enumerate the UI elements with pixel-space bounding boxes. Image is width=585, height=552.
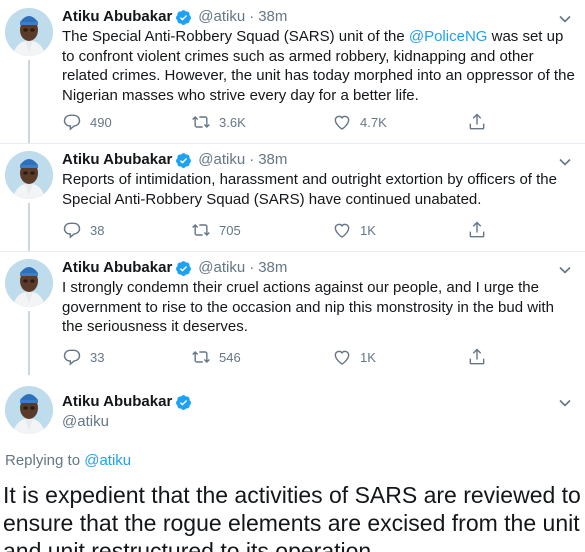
tweet-2[interactable]: Atiku Abubakar @atiku · 38m Reports of i… xyxy=(0,143,585,251)
reply-icon xyxy=(63,222,81,239)
tweet-actions: 33 546 1K xyxy=(62,347,492,367)
share-icon xyxy=(469,348,485,365)
like-count: 1K xyxy=(360,222,376,238)
retweet-count: 705 xyxy=(219,222,241,238)
author-name[interactable]: Atiku Abubakar xyxy=(62,8,172,26)
like-icon xyxy=(334,350,350,365)
reply-count: 33 xyxy=(90,349,105,365)
author-handle[interactable]: @atiku xyxy=(198,8,245,26)
like-icon xyxy=(334,223,350,238)
author-name[interactable]: Atiku Abubakar xyxy=(62,151,172,169)
author-handle[interactable]: @atiku xyxy=(62,413,109,430)
verified-badge-icon xyxy=(175,260,192,277)
chevron-down-icon[interactable] xyxy=(559,12,571,24)
avatar[interactable] xyxy=(5,151,53,199)
like-count: 4.7K xyxy=(360,114,387,130)
tweet-thread: Atiku Abubakar @atiku · 38m The Special … xyxy=(0,0,585,552)
verified-badge-icon xyxy=(175,394,192,411)
chevron-down-icon[interactable] xyxy=(559,396,571,408)
like-button[interactable]: 4.7K xyxy=(332,112,387,132)
retweet-button[interactable]: 546 xyxy=(191,347,241,367)
separator-dot: · xyxy=(249,259,255,276)
share-icon xyxy=(469,113,485,130)
focal-tweet: Atiku Abubakar @atiku Replying to @atiku… xyxy=(0,375,585,552)
mention-link[interactable]: @PoliceNG xyxy=(409,28,488,45)
retweet-count: 546 xyxy=(219,349,241,365)
separator-dot: · xyxy=(249,8,255,25)
retweet-button[interactable]: 705 xyxy=(191,220,241,240)
avatar[interactable] xyxy=(5,259,53,307)
like-icon xyxy=(334,115,350,130)
tweet-text: The Special Anti-Robbery Squad (SARS) un… xyxy=(62,27,577,105)
retweet-icon xyxy=(192,223,210,237)
tweet-text: I strongly condemn their cruel actions a… xyxy=(62,279,554,335)
like-count: 1K xyxy=(360,349,376,365)
reply-count: 38 xyxy=(90,222,105,238)
replying-handle-link[interactable]: @atiku xyxy=(84,452,131,469)
reply-icon xyxy=(63,349,81,366)
reply-button[interactable]: 38 xyxy=(62,220,104,240)
share-icon xyxy=(469,221,485,238)
timestamp[interactable]: 38m xyxy=(258,8,287,26)
tweet-text-part: The Special Anti-Robbery Squad (SARS) un… xyxy=(62,28,409,45)
author-handle[interactable]: @atiku xyxy=(198,151,245,169)
focal-tweet-text: It is expedient that the activities of S… xyxy=(3,482,581,552)
tweet-header: Atiku Abubakar @atiku · 38m xyxy=(62,259,287,277)
reply-icon xyxy=(63,114,81,131)
tweet-actions: 490 3.6K 4.7K xyxy=(62,112,492,132)
author-handle[interactable]: @atiku xyxy=(198,259,245,277)
share-button[interactable] xyxy=(467,347,495,367)
tweet-header: Atiku Abubakar @atiku · 38m xyxy=(62,8,287,26)
avatar[interactable] xyxy=(5,8,53,56)
thread-line xyxy=(28,60,30,143)
retweet-button[interactable]: 3.6K xyxy=(191,112,246,132)
retweet-icon xyxy=(192,350,210,364)
tweet-1[interactable]: Atiku Abubakar @atiku · 38m The Special … xyxy=(0,0,585,143)
timestamp[interactable]: 38m xyxy=(258,259,287,277)
tweet-header: Atiku Abubakar @atiku · 38m xyxy=(62,151,287,169)
chevron-down-icon[interactable] xyxy=(559,263,571,275)
reply-count: 490 xyxy=(90,114,112,130)
thread-line xyxy=(28,311,30,375)
separator-dot: · xyxy=(249,151,255,168)
like-button[interactable]: 1K xyxy=(332,220,376,240)
author-name[interactable]: Atiku Abubakar xyxy=(62,393,172,411)
chevron-down-icon[interactable] xyxy=(559,155,571,167)
replying-to: Replying to @atiku xyxy=(5,452,131,469)
like-button[interactable]: 1K xyxy=(332,347,376,367)
verified-badge-icon xyxy=(175,152,192,169)
timestamp[interactable]: 38m xyxy=(258,151,287,169)
replying-label: Replying to xyxy=(5,452,85,469)
avatar[interactable] xyxy=(5,386,53,434)
share-button[interactable] xyxy=(467,112,495,132)
verified-badge-icon xyxy=(175,9,192,26)
reply-button[interactable]: 490 xyxy=(62,112,112,132)
focal-author: Atiku Abubakar xyxy=(62,393,192,411)
tweet-actions: 38 705 1K xyxy=(62,220,492,240)
tweet-3[interactable]: Atiku Abubakar @atiku · 38m I strongly c… xyxy=(0,251,585,375)
retweet-icon xyxy=(192,115,210,129)
tweet-text: Reports of intimidation, harassment and … xyxy=(62,171,557,208)
share-button[interactable] xyxy=(467,220,495,240)
thread-line xyxy=(28,203,30,251)
retweet-count: 3.6K xyxy=(219,114,246,130)
reply-button[interactable]: 33 xyxy=(62,347,104,367)
author-name[interactable]: Atiku Abubakar xyxy=(62,259,172,277)
